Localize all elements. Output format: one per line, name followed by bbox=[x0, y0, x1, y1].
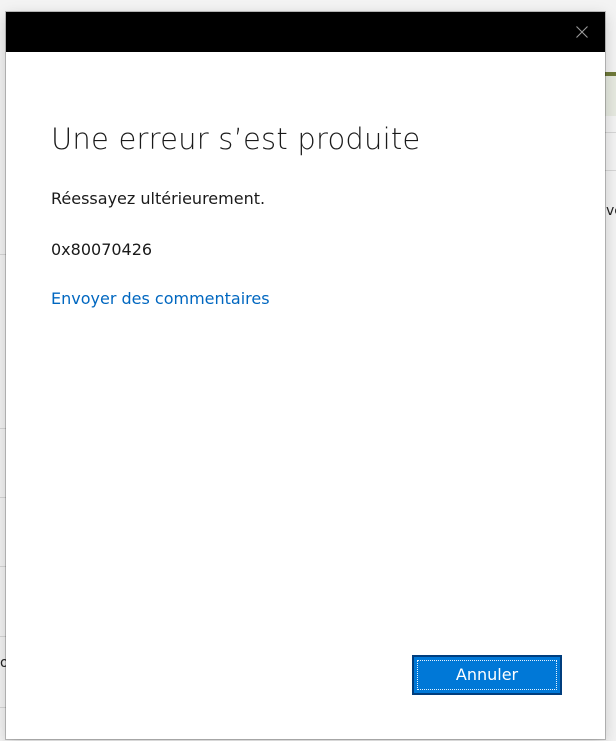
error-message: Réessayez ultérieurement. bbox=[51, 189, 266, 208]
dialog-titlebar bbox=[6, 12, 605, 52]
cancel-button[interactable]: Annuler bbox=[412, 655, 562, 695]
close-button[interactable] bbox=[559, 12, 605, 52]
background-divider bbox=[605, 170, 616, 171]
cancel-button-label: Annuler bbox=[455, 665, 519, 684]
background-text-fragment: ve bbox=[606, 203, 616, 219]
error-dialog: Une erreur s’est produite Réessayez ulté… bbox=[6, 12, 605, 739]
dialog-heading: Une erreur s’est produite bbox=[51, 122, 421, 156]
background-divider bbox=[605, 132, 616, 133]
background-thumbnail bbox=[605, 72, 616, 116]
send-feedback-link[interactable]: Envoyer des commentaires bbox=[51, 289, 270, 308]
error-code: 0x80070426 bbox=[51, 240, 153, 259]
close-icon bbox=[576, 26, 588, 38]
